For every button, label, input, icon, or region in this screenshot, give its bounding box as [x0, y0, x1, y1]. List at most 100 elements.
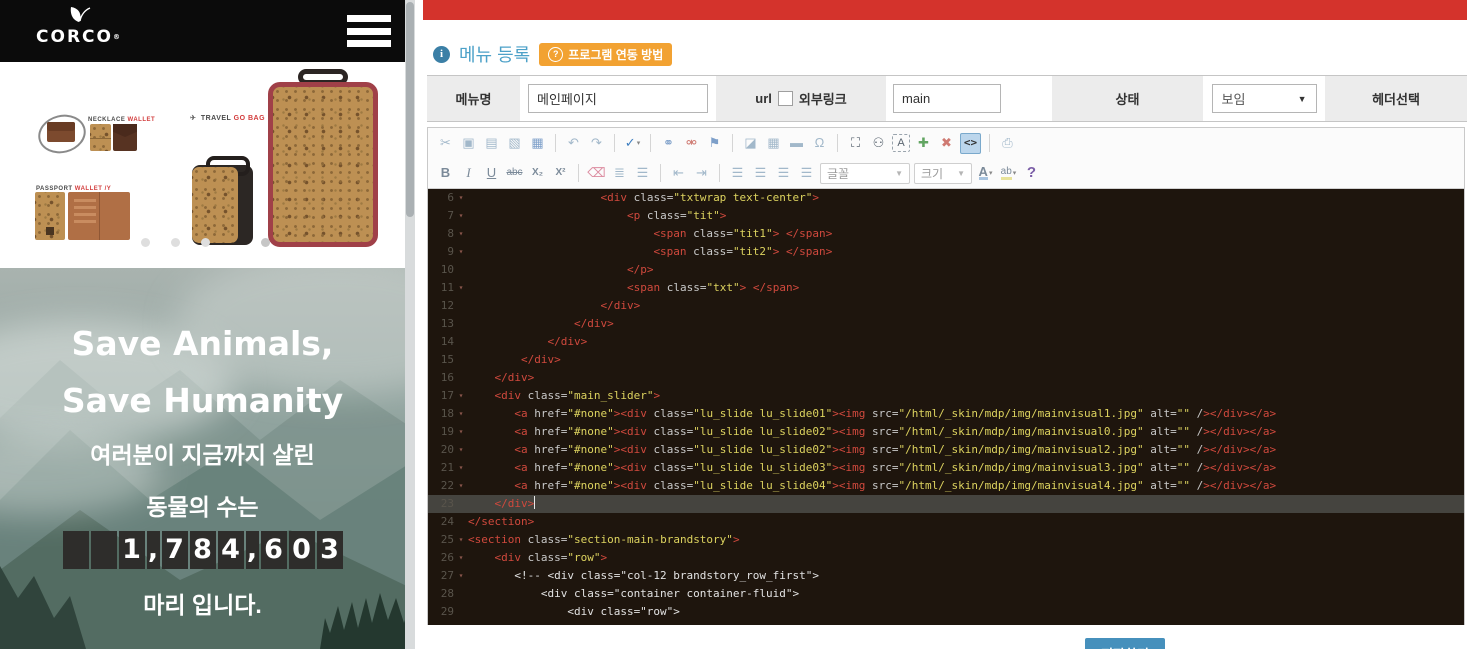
tag-remove-icon[interactable]: ✖ [937, 134, 956, 153]
external-link-checkbox[interactable] [778, 91, 793, 106]
page-title-row: i 메뉴 등록 ? 프로그램 연동 방법 [433, 42, 672, 66]
undo-icon[interactable]: ↶ [564, 134, 583, 153]
code-line-19[interactable]: 19▾ <a href="#none"><div class="lu_slide… [428, 423, 1464, 441]
subscript-icon[interactable]: X₂ [528, 164, 547, 183]
code-line-13[interactable]: 13 </div> [428, 315, 1464, 333]
underline-icon[interactable]: U [482, 164, 501, 183]
code-line-12[interactable]: 12 </div> [428, 297, 1464, 315]
code-line-27[interactable]: 27▾ <!-- <div class="col-12 brandstory_r… [428, 567, 1464, 585]
code-line-22[interactable]: 22▾ <a href="#none"><div class="lu_slide… [428, 477, 1464, 495]
save-button[interactable]: 저장하기 [1085, 638, 1165, 649]
code-line-7[interactable]: 7▾ <p class="tit"> [428, 207, 1464, 225]
program-link-help-button[interactable]: ? 프로그램 연동 방법 [539, 43, 672, 66]
select-all-icon[interactable]: A [892, 134, 910, 152]
fold-arrow-icon[interactable]: ▾ [454, 243, 468, 261]
text-color-icon[interactable]: A▾ [976, 164, 995, 183]
fold-arrow-icon[interactable]: ▾ [454, 567, 468, 585]
code-line-30[interactable]: 30 <div class="col12 brandstory_txt thum… [428, 621, 1464, 625]
paste-icon[interactable]: ▤ [482, 134, 501, 153]
scrollbar-thumb[interactable] [406, 2, 414, 217]
url-input[interactable] [893, 84, 1001, 113]
italic-icon[interactable]: I [459, 164, 478, 183]
code-line-15[interactable]: 15 </div> [428, 351, 1464, 369]
travel-icon: ✈ [190, 115, 196, 122]
status-select[interactable]: 보임 ▼ [1212, 84, 1317, 113]
cut-icon[interactable]: ✂ [436, 134, 455, 153]
bg-color-icon[interactable]: ab▾ [999, 164, 1018, 183]
fold-arrow-icon[interactable]: ▾ [454, 459, 468, 477]
link-icon[interactable]: ⚭ [659, 134, 678, 153]
code-line-25[interactable]: 25▾<section class="section-main-brandsto… [428, 531, 1464, 549]
special-char-icon[interactable]: Ω [810, 134, 829, 153]
slider-dot-4[interactable] [261, 238, 270, 247]
copy-icon[interactable]: ▣ [459, 134, 478, 153]
image-icon[interactable]: ◪ [741, 134, 760, 153]
corco-logo[interactable]: CORCO® [34, 6, 124, 46]
code-line-24[interactable]: 24</section> [428, 513, 1464, 531]
slider-dot-1[interactable] [141, 238, 150, 247]
code-line-18[interactable]: 18▾ <a href="#none"><div class="lu_slide… [428, 405, 1464, 423]
fold-arrow-icon[interactable]: ▾ [454, 531, 468, 549]
numbered-list-icon[interactable]: ≣ [610, 164, 629, 183]
fold-arrow-icon[interactable]: ▾ [454, 207, 468, 225]
code-line-11[interactable]: 11▾ <span class="txt"> </span> [428, 279, 1464, 297]
about-icon[interactable]: ? [1022, 164, 1041, 183]
code-line-20[interactable]: 20▾ <a href="#none"><div class="lu_slide… [428, 441, 1464, 459]
unlink-icon[interactable]: ⚮ [682, 134, 701, 153]
table-icon[interactable]: ▦ [764, 134, 783, 153]
paste-text-icon[interactable]: ▧ [505, 134, 524, 153]
fold-arrow-icon[interactable]: ▾ [454, 279, 468, 297]
font-select-dropdown[interactable]: 글꼴▼ [820, 163, 910, 184]
hamburger-menu-icon[interactable] [347, 15, 391, 47]
fold-arrow-icon[interactable]: ▾ [454, 225, 468, 243]
fold-arrow-icon[interactable]: ▾ [454, 423, 468, 441]
align-justify-icon[interactable]: ☰ [797, 164, 816, 183]
spellcheck-icon[interactable]: ✓▾ [623, 134, 642, 153]
code-line-14[interactable]: 14 </div> [428, 333, 1464, 351]
code-line-6[interactable]: 6▾ <div class="txtwrap text-center"> [428, 189, 1464, 207]
code-line-17[interactable]: 17▾ <div class="main_slider"> [428, 387, 1464, 405]
bulleted-list-icon[interactable]: ☰ [633, 164, 652, 183]
code-line-26[interactable]: 26▾ <div class="row"> [428, 549, 1464, 567]
maximize-icon[interactable]: ⛶ [846, 134, 865, 153]
fold-arrow-icon[interactable]: ▾ [454, 189, 468, 207]
preview-scrollbar[interactable] [405, 0, 415, 649]
slider-dot-2[interactable] [171, 238, 180, 247]
fold-arrow-icon[interactable]: ▾ [454, 405, 468, 423]
source-code-area[interactable]: 6▾ <div class="txtwrap text-center">7▾ <… [428, 189, 1464, 625]
menu-name-input[interactable] [528, 84, 708, 113]
fold-arrow-icon[interactable]: ▾ [454, 549, 468, 567]
fold-arrow-icon[interactable]: ▾ [454, 477, 468, 495]
paste-word-icon[interactable]: ▦ [528, 134, 547, 153]
code-line-16[interactable]: 16 </div> [428, 369, 1464, 387]
remove-format-icon[interactable]: ⌫ [587, 164, 606, 183]
code-line-9[interactable]: 9▾ <span class="tit2"> </span> [428, 243, 1464, 261]
tag-add-icon[interactable]: ✚ [914, 134, 933, 153]
code-line-29[interactable]: 29 <div class="row"> [428, 603, 1464, 621]
horizontal-line-icon[interactable]: ▬ [787, 134, 806, 153]
align-center-icon[interactable]: ☰ [751, 164, 770, 183]
size-select-dropdown[interactable]: 크기▼ [914, 163, 972, 184]
code-line-8[interactable]: 8▾ <span class="tit1"> </span> [428, 225, 1464, 243]
source-icon[interactable]: <> [960, 133, 981, 154]
align-right-icon[interactable]: ☰ [774, 164, 793, 183]
align-left-icon[interactable]: ☰ [728, 164, 747, 183]
fold-arrow-icon[interactable]: ▾ [454, 387, 468, 405]
find-replace-icon[interactable]: ⚇ [869, 134, 888, 153]
counter-comma: , [246, 531, 259, 569]
strikethrough-icon[interactable]: abc [505, 164, 524, 183]
anchor-flag-icon[interactable]: ⚑ [705, 134, 724, 153]
print-icon[interactable]: ⎙ [998, 134, 1017, 153]
superscript-icon[interactable]: X² [551, 164, 570, 183]
travel-go-bag-label: ✈ TRAVEL GO BAG [190, 114, 265, 122]
code-line-23[interactable]: 23 </div> [428, 495, 1464, 513]
code-line-10[interactable]: 10 </p> [428, 261, 1464, 279]
bold-icon[interactable]: B [436, 164, 455, 183]
code-line-28[interactable]: 28 <div class="container container-fluid… [428, 585, 1464, 603]
slider-dot-3[interactable] [201, 238, 210, 247]
fold-arrow-icon[interactable]: ▾ [454, 441, 468, 459]
redo-icon[interactable]: ↷ [587, 134, 606, 153]
outdent-icon[interactable]: ⇤ [669, 164, 688, 183]
code-line-21[interactable]: 21▾ <a href="#none"><div class="lu_slide… [428, 459, 1464, 477]
indent-icon[interactable]: ⇥ [692, 164, 711, 183]
